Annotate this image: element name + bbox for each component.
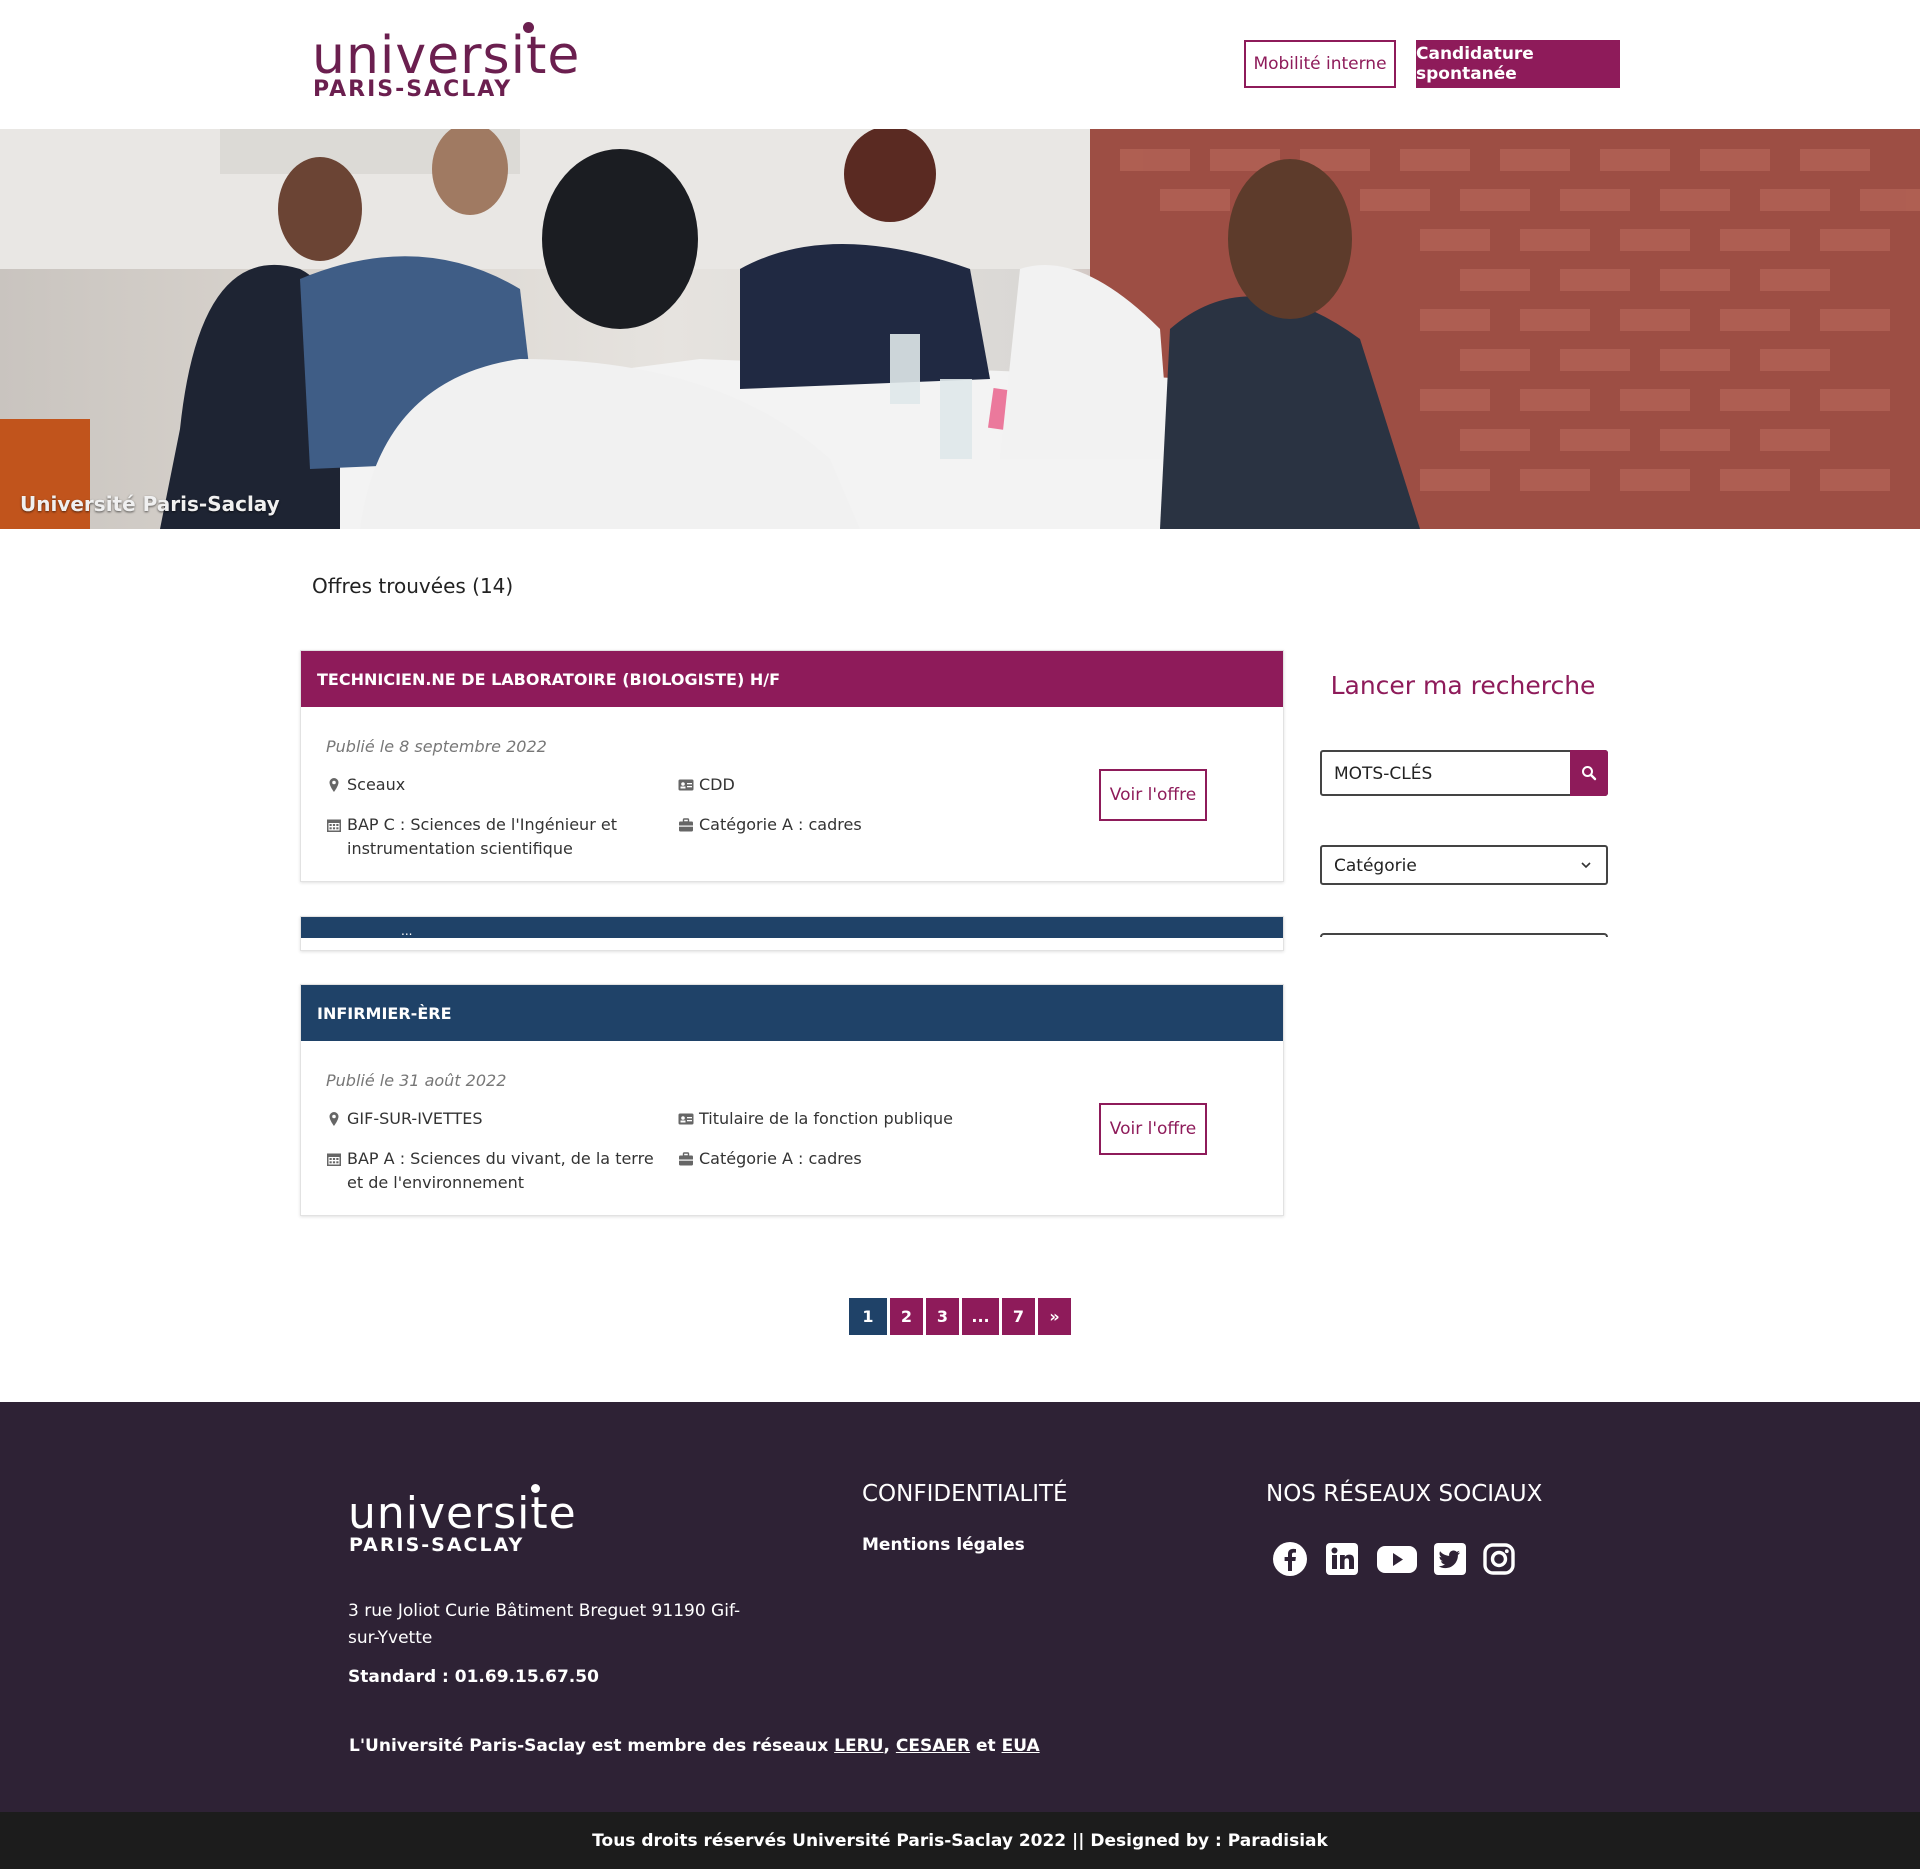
- offer-category-text: Catégorie A : cadres: [699, 815, 862, 834]
- map-pin-icon: [329, 1112, 339, 1126]
- footer-logo[interactable]: universite PARIS-SACLAY: [348, 1480, 576, 1556]
- offer-category-text: Catégorie A : cadres: [699, 1149, 862, 1168]
- mentions-legales-link[interactable]: Mentions légales: [862, 1535, 1025, 1555]
- linkedin-icon[interactable]: [1323, 1540, 1361, 1578]
- offer-title-bar[interactable]: ...: [301, 917, 1283, 938]
- category-select[interactable]: Catégorie: [1320, 845, 1608, 885]
- offer-published-date: Publié le 31 août 2022: [326, 1071, 507, 1090]
- offer-card: ...: [300, 916, 1284, 951]
- filter-field-partial[interactable]: [1320, 933, 1608, 937]
- logo-subtitle: PARIS-SACLAY: [313, 77, 513, 102]
- pagination-page[interactable]: 2: [890, 1298, 923, 1335]
- footer-phone: Standard : 01.69.15.67.50: [348, 1667, 599, 1687]
- site-footer: universite PARIS-SACLAY 3 rue Joliot Cur…: [0, 1402, 1920, 1812]
- offer-location-text: Sceaux: [347, 775, 406, 794]
- pagination-page[interactable]: 7: [1002, 1298, 1035, 1335]
- offer-title: ...: [401, 924, 413, 938]
- offer-bap: BAP C : Sciences de l'Ingénieur et instr…: [326, 813, 656, 861]
- copyright-bar: Tous droits réservés Université Paris-Sa…: [0, 1812, 1920, 1869]
- offer-title[interactable]: TECHNICIEN.NE DE LABORATOIRE (BIOLOGISTE…: [301, 651, 1283, 707]
- candidature-spontanee-button[interactable]: Candidature spontanée: [1416, 40, 1620, 88]
- search-button[interactable]: [1570, 750, 1608, 796]
- facebook-icon[interactable]: [1271, 1540, 1309, 1578]
- hero-photo: [0, 129, 1920, 529]
- confidentiality-heading: CONFIDENTIALITÉ: [862, 1481, 1068, 1507]
- offer-card: INFIRMIER-ÈRE Publié le 31 août 2022 GIF…: [300, 984, 1284, 1216]
- pagination-page[interactable]: 3: [926, 1298, 959, 1335]
- id-card-icon: [678, 779, 694, 791]
- social-heading: NOS RÉSEAUX SOCIAUX: [1266, 1481, 1543, 1507]
- networks-text: L'Université Paris-Saclay est membre des…: [349, 1736, 1040, 1756]
- pagination-next[interactable]: »: [1038, 1298, 1071, 1335]
- pagination-ellipsis: ...: [962, 1298, 999, 1335]
- offer-contract-text: CDD: [699, 775, 735, 794]
- footer-logo-subtitle: PARIS-SACLAY: [349, 1534, 525, 1556]
- site-header: universite PARIS-SACLAY Mobilité interne…: [0, 0, 1920, 129]
- hero-banner: Université Paris-Saclay: [0, 129, 1920, 529]
- offer-card: TECHNICIEN.NE DE LABORATOIRE (BIOLOGISTE…: [300, 650, 1284, 882]
- networks-and: et: [976, 1736, 996, 1756]
- offer-contract: CDD: [678, 773, 1058, 797]
- offer-contract: Titulaire de la fonction publique: [678, 1107, 1058, 1131]
- twitter-icon[interactable]: [1431, 1540, 1469, 1578]
- footer-address: 3 rue Joliot Curie Bâtiment Breguet 9119…: [348, 1601, 741, 1648]
- footer-logo-word: universite: [348, 1488, 577, 1539]
- networks-prefix: L'Université Paris-Saclay est membre des…: [349, 1736, 829, 1756]
- university-logo[interactable]: universite PARIS-SACLAY: [312, 20, 579, 104]
- category-select-value: Catégorie: [1334, 856, 1417, 876]
- search-panel-title: Lancer ma recherche: [1330, 671, 1596, 700]
- networks-comma: ,: [883, 1736, 890, 1756]
- logo-word: universite: [312, 26, 581, 86]
- hero-caption: Université Paris-Saclay: [20, 492, 280, 516]
- cesaer-link[interactable]: CESAER: [896, 1736, 970, 1756]
- briefcase-icon: [679, 818, 693, 832]
- calendar-icon: [327, 1153, 341, 1166]
- offer-category: Catégorie A : cadres: [678, 1147, 1058, 1171]
- map-pin-icon: [329, 778, 339, 792]
- voir-offre-button[interactable]: Voir l'offre: [1099, 769, 1207, 821]
- keywords-placeholder: MOTS-CLÉS: [1334, 764, 1433, 784]
- offer-bap-text: BAP A : Sciences du vivant, de la terre …: [347, 1149, 654, 1192]
- results-count: Offres trouvées (14): [312, 574, 514, 598]
- offer-location: GIF-SUR-IVETTES: [326, 1107, 656, 1131]
- offer-bap: BAP A : Sciences du vivant, de la terre …: [326, 1147, 666, 1195]
- chevron-down-icon: [1581, 862, 1591, 869]
- offer-title[interactable]: INFIRMIER-ÈRE: [301, 985, 1283, 1041]
- offer-published-date: Publié le 8 septembre 2022: [326, 737, 547, 756]
- pagination-page[interactable]: 1: [849, 1298, 887, 1335]
- offer-contract-text: Titulaire de la fonction publique: [699, 1109, 953, 1128]
- search-icon: [1582, 766, 1597, 781]
- briefcase-icon: [679, 1152, 693, 1166]
- leru-link[interactable]: LERU: [834, 1736, 883, 1756]
- offer-bap-text: BAP C : Sciences de l'Ingénieur et instr…: [347, 815, 617, 858]
- keywords-search-input[interactable]: MOTS-CLÉS: [1320, 750, 1608, 796]
- voir-offre-button[interactable]: Voir l'offre: [1099, 1103, 1207, 1155]
- id-card-icon: [678, 1113, 694, 1125]
- eua-link[interactable]: EUA: [1002, 1736, 1040, 1756]
- instagram-icon[interactable]: [1480, 1540, 1518, 1578]
- calendar-icon: [327, 819, 341, 832]
- offer-location: Sceaux: [326, 773, 656, 797]
- youtube-icon[interactable]: [1374, 1540, 1420, 1578]
- mobilite-interne-button[interactable]: Mobilité interne: [1244, 40, 1396, 88]
- offer-location-text: GIF-SUR-IVETTES: [347, 1109, 483, 1128]
- offer-category: Catégorie A : cadres: [678, 813, 1058, 837]
